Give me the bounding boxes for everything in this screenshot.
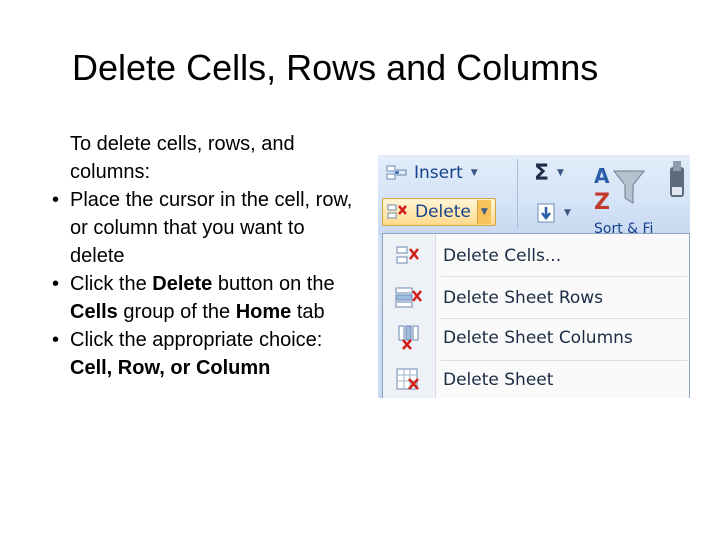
delete-label: Delete bbox=[415, 202, 471, 222]
group-separator bbox=[517, 159, 518, 229]
bullet-bold: Cells bbox=[70, 301, 118, 323]
fill-down-icon bbox=[536, 203, 558, 223]
delete-cells-ribbon-icon bbox=[387, 202, 409, 222]
bullet-bold: Cell, Row, or Column bbox=[70, 357, 271, 379]
delete-rows-icon bbox=[395, 285, 423, 311]
bullet-glyph: • bbox=[52, 189, 60, 211]
slide-title: Delete Cells, Rows and Columns bbox=[72, 47, 599, 88]
menu-separator bbox=[441, 276, 687, 277]
delete-columns-icon bbox=[395, 325, 423, 351]
binoculars-icon bbox=[670, 161, 684, 197]
chevron-down-icon: ▼ bbox=[557, 168, 564, 178]
menu-item-label: Delete Cells... bbox=[443, 246, 562, 266]
bullet-bold: Home bbox=[235, 301, 292, 323]
bullet-item: • Click the Delete button on the Cells g… bbox=[40, 270, 360, 326]
sigma-icon: Σ bbox=[534, 160, 550, 186]
menu-item-label: Delete Sheet Columns bbox=[443, 328, 633, 348]
delete-button[interactable]: Delete ▼ bbox=[382, 198, 496, 226]
slide-body: To delete cells, rows, and columns: • Pl… bbox=[40, 130, 360, 382]
delete-dropdown-toggle[interactable]: ▼ bbox=[476, 200, 491, 224]
fill-button[interactable]: ▼ bbox=[536, 200, 571, 226]
bullet-list: • Place the cursor in the cell, row, or … bbox=[40, 186, 360, 382]
bullet-text: Click the bbox=[70, 273, 153, 295]
intro-text: To delete cells, rows, and columns: bbox=[70, 133, 295, 183]
bullet-text: group of the bbox=[117, 301, 236, 323]
bullet-item: • Place the cursor in the cell, row, or … bbox=[40, 186, 360, 270]
bullet-item: • Click the appropriate choice: Cell, Ro… bbox=[40, 326, 360, 382]
bullet-glyph: • bbox=[52, 273, 60, 295]
bullet-text: tab bbox=[291, 301, 325, 323]
chevron-down-icon: ▼ bbox=[470, 168, 478, 178]
menu-item-label: Delete Sheet Rows bbox=[443, 288, 604, 308]
chevron-down-icon: ▼ bbox=[564, 208, 571, 218]
bullet-bold: Delete bbox=[152, 273, 213, 295]
bullet-text: button on the bbox=[212, 273, 335, 295]
delete-cells-icon bbox=[395, 243, 423, 269]
ribbon-screenshot: Insert ▼ Delete ▼ Σ ▼ ▼ A Z Sort & Fi De… bbox=[378, 155, 690, 398]
sort-filter-button[interactable]: A Z Sort & Fi bbox=[592, 157, 653, 237]
insert-cells-icon bbox=[386, 163, 408, 183]
svg-text:Z: Z bbox=[594, 190, 610, 215]
menu-item-delete-columns[interactable]: Delete Sheet Columns bbox=[383, 318, 689, 358]
menu-item-label: Delete Sheet bbox=[443, 370, 554, 390]
autosum-button[interactable]: Σ ▼ bbox=[534, 160, 564, 186]
bullet-text: Place the cursor in the cell, row, or co… bbox=[70, 189, 353, 267]
delete-dropdown-menu: Delete Cells... Delete Sheet Rows Delete… bbox=[382, 233, 690, 398]
bullet-glyph: • bbox=[52, 329, 60, 351]
sort-filter-icon: A Z bbox=[594, 164, 646, 215]
ribbon-cells-group: Insert ▼ Delete ▼ Σ ▼ ▼ A Z Sort & Fi bbox=[378, 155, 690, 237]
menu-item-delete-sheet[interactable]: Delete Sheet bbox=[383, 360, 689, 398]
svg-text:A: A bbox=[594, 164, 610, 188]
bullet-text: Click the appropriate choice: bbox=[70, 329, 323, 351]
delete-sheet-icon bbox=[395, 367, 423, 393]
insert-label: Insert bbox=[414, 163, 463, 183]
menu-item-delete-cells[interactable]: Delete Cells... bbox=[383, 236, 689, 276]
insert-button[interactable]: Insert ▼ bbox=[386, 160, 478, 186]
find-select-button[interactable] bbox=[664, 157, 690, 217]
menu-item-delete-rows[interactable]: Delete Sheet Rows bbox=[383, 278, 689, 318]
chevron-down-icon: ▼ bbox=[480, 207, 488, 217]
